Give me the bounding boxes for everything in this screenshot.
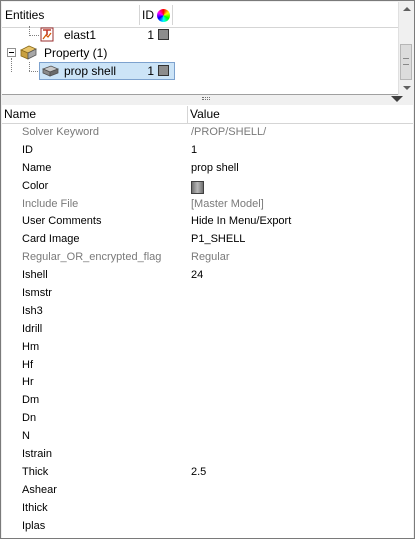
property-row-ishell[interactable]: Ishell 24: [2, 267, 413, 285]
property-name: Regular_OR_encrypted_flag: [22, 251, 162, 264]
property-name: Dm: [22, 394, 40, 407]
property-row-color[interactable]: Color: [2, 178, 413, 196]
property-name: Ithick: [22, 501, 48, 514]
property-value[interactable]: P1_SHELL: [191, 231, 245, 249]
property-value[interactable]: prop shell: [191, 160, 239, 178]
tree-item-id: 1: [147, 64, 154, 78]
collapse-arrow-icon[interactable]: [391, 96, 403, 102]
property-row-iplas[interactable]: Iplas: [2, 518, 413, 536]
scroll-down-button[interactable]: [399, 80, 414, 95]
id-column-header[interactable]: ID: [142, 2, 156, 28]
property-name: Ismstr: [22, 287, 52, 300]
property-row-n[interactable]: N: [2, 428, 413, 446]
column-divider[interactable]: [139, 5, 140, 25]
property-name: Ishell: [22, 269, 48, 282]
property-name: Ashear: [22, 483, 57, 496]
value-column-header[interactable]: Value: [190, 105, 220, 124]
property-row-dn[interactable]: Dn: [2, 410, 413, 428]
tree-item-material[interactable]: elast1 1: [2, 26, 398, 44]
grid-rows: Solver Keyword/PROP/SHELL/ ID 1 Name prop …: [2, 124, 413, 535]
property-value: /PROP/SHELL/: [191, 126, 267, 138]
property-row-idrill[interactable]: Idrill: [2, 321, 413, 339]
tree-item-prop-shell[interactable]: prop shell 1: [2, 62, 398, 80]
shell-property-icon: [42, 65, 59, 77]
property-grid: Name Value Solver Keyword/PROP/SHELL/ ID…: [2, 105, 413, 538]
name-column-header[interactable]: Name: [4, 105, 36, 124]
entities-column-header[interactable]: Entities: [5, 2, 138, 28]
color-wheel-icon[interactable]: [157, 9, 170, 22]
splitter-grip-icon[interactable]: [202, 97, 210, 100]
collapse-toggle-icon[interactable]: [7, 48, 16, 57]
property-name: Ish3: [22, 304, 43, 317]
tree-scrollbar[interactable]: [398, 2, 414, 95]
property-row-istrain[interactable]: Istrain: [2, 446, 413, 464]
tree-item-label: prop shell: [64, 64, 117, 78]
property-row-hm[interactable]: Hm: [2, 339, 413, 357]
property-name: Color: [22, 179, 49, 192]
property-row-dm[interactable]: Dm: [2, 392, 413, 410]
tree-item-label: Property (1): [44, 46, 108, 60]
property-row-name[interactable]: Name prop shell: [2, 160, 413, 178]
property-row-user-comments[interactable]: User Comments Hide In Menu/Export: [2, 213, 413, 231]
property-row-solver-keyword[interactable]: Solver Keyword/PROP/SHELL/: [2, 124, 413, 142]
property-name: Iplas: [22, 519, 46, 532]
color-swatch-button[interactable]: [191, 180, 204, 194]
column-divider[interactable]: [172, 5, 173, 25]
property-value[interactable]: 24: [191, 267, 203, 285]
tree-item-label: elast1: [64, 28, 97, 42]
property-row-include-file[interactable]: Include File [Master Model]: [2, 196, 413, 214]
property-folder-icon: [20, 45, 37, 60]
property-name: User Comments: [22, 215, 102, 228]
column-divider[interactable]: [187, 106, 188, 123]
property-name: Dn: [22, 412, 37, 425]
property-value[interactable]: Hide In Menu/Export: [191, 213, 291, 231]
property-name: Hm: [22, 340, 40, 353]
grid-header: Name Value: [2, 105, 413, 124]
scroll-up-button[interactable]: [399, 2, 414, 17]
property-row-hr[interactable]: Hr: [2, 374, 413, 392]
property-value: Regular: [191, 251, 230, 264]
property-name: N: [22, 430, 30, 443]
material-icon: [40, 27, 54, 42]
property-value[interactable]: 1: [191, 142, 197, 160]
property-name: Hr: [22, 376, 34, 389]
panel-splitter[interactable]: [2, 95, 413, 103]
property-name: Name: [22, 161, 52, 174]
arrow-down-icon: [403, 86, 411, 90]
property-name: Thick: [22, 465, 49, 478]
scrollbar-thumb[interactable]: [400, 44, 412, 80]
property-name: Card Image: [22, 233, 80, 246]
entity-color-swatch[interactable]: [158, 65, 169, 76]
property-name: Solver Keyword: [22, 126, 100, 138]
property-value[interactable]: 2.5: [191, 464, 206, 482]
property-name: Hf: [22, 358, 33, 371]
entity-color-swatch[interactable]: [158, 29, 169, 40]
property-name: Istrain: [22, 448, 52, 461]
property-row-id[interactable]: ID 1: [2, 142, 413, 160]
property-row-ithick[interactable]: Ithick: [2, 500, 413, 518]
arrow-up-icon: [403, 7, 411, 11]
entity-editor-panel: Entities ID elast1 1 Property (1) prop s…: [0, 0, 415, 539]
property-row-encrypted-flag[interactable]: Regular_OR_encrypted_flag Regular: [2, 249, 413, 267]
property-row-ashear[interactable]: Ashear: [2, 482, 413, 500]
property-row-ismstr[interactable]: Ismstr: [2, 285, 413, 303]
property-name: Idrill: [22, 322, 43, 335]
tree-item-id: 1: [147, 28, 154, 42]
entity-tree: Entities ID elast1 1 Property (1) prop s…: [2, 2, 414, 95]
property-value: [Master Model]: [191, 197, 264, 210]
property-row-hf[interactable]: Hf: [2, 357, 413, 375]
tree-header: Entities ID: [2, 2, 398, 28]
tree-item-property-folder[interactable]: Property (1): [2, 44, 398, 62]
property-row-thick[interactable]: Thick 2.5: [2, 464, 413, 482]
property-name: ID: [22, 143, 33, 156]
property-name: Include File: [22, 197, 79, 210]
property-row-card-image[interactable]: Card Image P1_SHELL: [2, 231, 413, 249]
property-row-ish3[interactable]: Ish3: [2, 303, 413, 321]
